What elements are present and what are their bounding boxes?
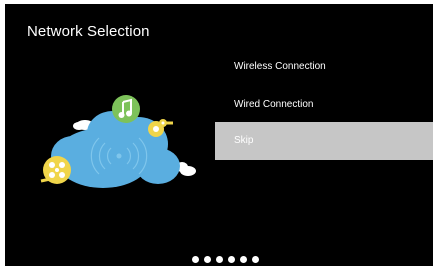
page-dot	[240, 256, 247, 263]
page-title: Network Selection	[27, 23, 150, 40]
network-selection-screen: Network Selection Wireless Connection Wi…	[5, 4, 433, 266]
page-dot	[204, 256, 211, 263]
cloud-icon	[40, 95, 196, 188]
page-dot	[192, 256, 199, 263]
menu-item-skip[interactable]: Skip	[215, 122, 433, 160]
menu-item-wired-connection[interactable]: Wired Connection	[215, 86, 433, 124]
music-note-icon	[112, 95, 140, 123]
page-indicator	[192, 256, 259, 264]
page-dot	[216, 256, 223, 263]
menu-item-wireless-connection[interactable]: Wireless Connection	[215, 48, 433, 86]
page-dot	[252, 256, 259, 263]
network-illustration	[33, 88, 203, 198]
page-dot	[228, 256, 235, 263]
